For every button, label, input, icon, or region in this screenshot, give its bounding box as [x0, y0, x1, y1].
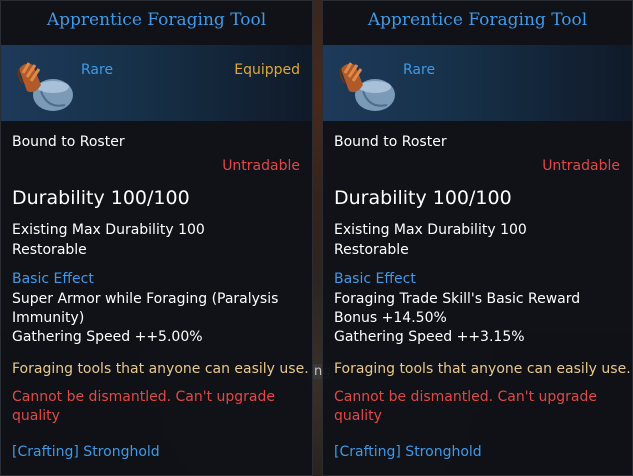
tooltip-title-bar: Apprentice Foraging Tool — [1, 1, 312, 41]
bound-status: Bound to Roster — [12, 134, 125, 150]
durability-value: Durability 100/100 — [334, 187, 512, 209]
tooltip-title-bar: Apprentice Foraging Tool — [323, 1, 632, 41]
basic-effect-line-1: Foraging Trade Skill's Basic Reward Bonu… — [334, 291, 581, 326]
item-tooltip-compare: Apprentice Foraging Tool Rare Bound to R… — [322, 0, 633, 476]
dismantle-restriction: Cannot be dismantled. — [334, 389, 494, 405]
tradable-status: Untradable — [542, 158, 620, 174]
existing-max-durability: Existing Max Durability 100 — [334, 222, 527, 238]
item-name: Apprentice Foraging Tool — [367, 10, 588, 30]
restorable-label: Restorable — [334, 242, 409, 258]
basic-effect-heading: Basic Effect — [12, 271, 94, 287]
tradable-status: Untradable — [222, 158, 300, 174]
foraging-bag-glove-icon — [11, 51, 75, 115]
restrictions-text: Cannot be dismantled. Can't upgrade qual… — [12, 388, 302, 426]
item-header: Rare Equipped — [1, 45, 312, 121]
item-name: Apprentice Foraging Tool — [46, 10, 267, 30]
equipped-label: Equipped — [234, 62, 300, 78]
bound-status: Bound to Roster — [334, 134, 447, 150]
restrictions-text: Cannot be dismantled. Can't upgrade qual… — [334, 388, 624, 426]
flavor-text: Foraging tools that anyone can easily us… — [12, 361, 309, 377]
flavor-text: Foraging tools that anyone can easily us… — [334, 361, 631, 377]
rarity-label: Rare — [403, 62, 436, 78]
rarity-label: Rare — [81, 62, 114, 78]
item-tooltip-equipped: Apprentice Foraging Tool Rare Equipped B… — [0, 0, 313, 476]
basic-effect-line-2: Gathering Speed ++5.00% — [12, 329, 203, 345]
basic-effect-line-1: Super Armor while Foraging (Paralysis Im… — [12, 291, 279, 326]
basic-effect-line-2: Gathering Speed ++3.15% — [334, 329, 525, 345]
crafting-source: [Crafting] Stronghold — [334, 444, 482, 460]
dismantle-restriction: Cannot be dismantled. — [12, 389, 172, 405]
existing-max-durability: Existing Max Durability 100 — [12, 222, 205, 238]
item-header: Rare — [323, 45, 632, 121]
foraging-bag-glove-icon — [333, 51, 397, 115]
crafting-source: [Crafting] Stronghold — [12, 444, 160, 460]
basic-effect-heading: Basic Effect — [334, 271, 416, 287]
restorable-label: Restorable — [12, 242, 87, 258]
durability-value: Durability 100/100 — [12, 187, 190, 209]
